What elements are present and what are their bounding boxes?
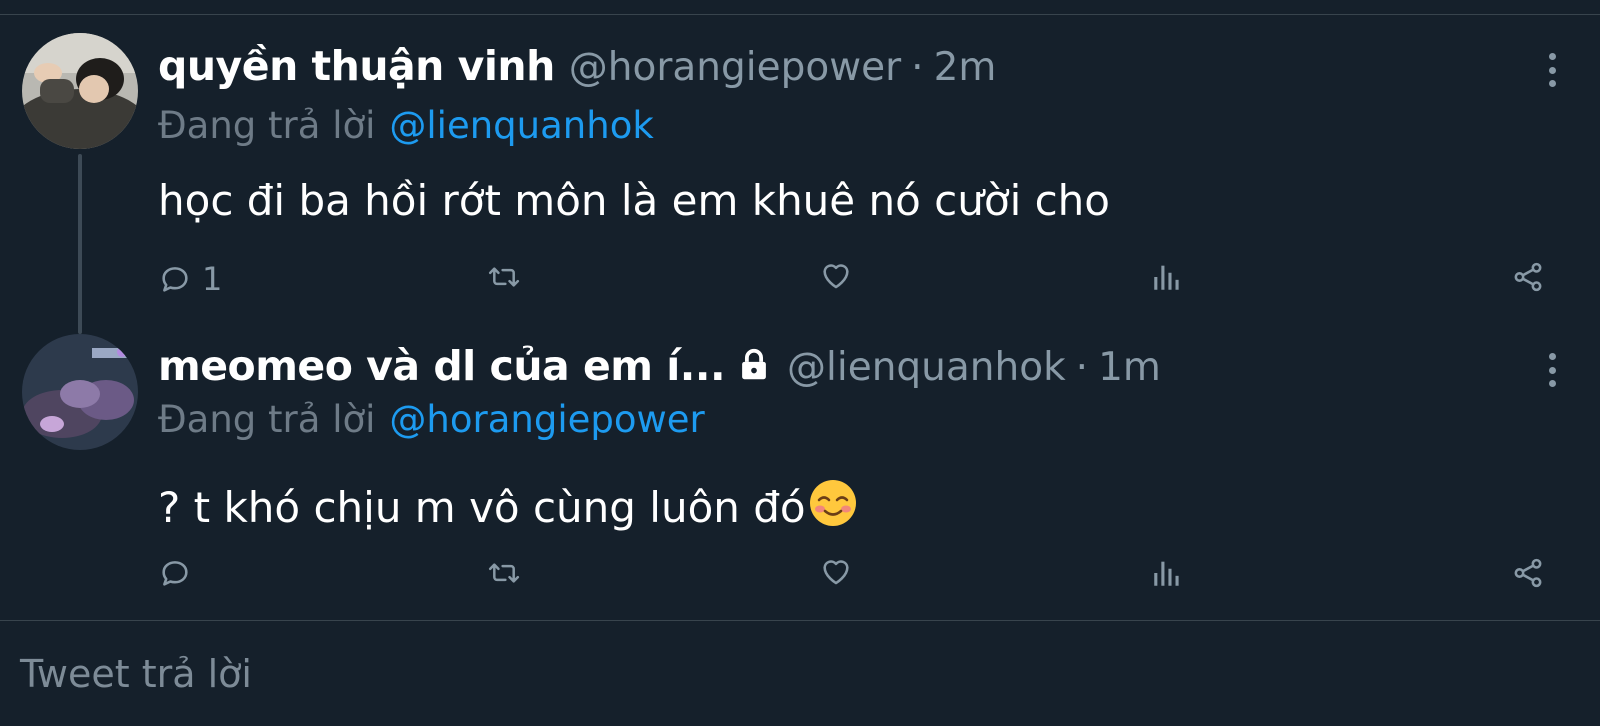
retweet-icon xyxy=(488,563,520,583)
compose-divider xyxy=(0,620,1600,621)
reply-compose-input[interactable]: Tweet trả lời xyxy=(20,652,252,696)
top-divider xyxy=(0,14,1600,15)
replying-label: Đang trả lời xyxy=(158,104,376,147)
tweet-header: quyền thuận vinh @horangiepower · 2m xyxy=(158,42,996,90)
timestamp[interactable]: 2m xyxy=(934,45,997,90)
replying-mention-link[interactable]: @lienquanhok xyxy=(389,104,653,147)
avatar[interactable] xyxy=(22,334,138,450)
more-vertical-icon[interactable] xyxy=(1542,53,1562,87)
lock-icon xyxy=(735,346,773,388)
analytics-button[interactable] xyxy=(1150,556,1184,590)
retweet-button[interactable] xyxy=(486,260,522,294)
display-name[interactable]: quyền thuận vinh xyxy=(158,42,555,90)
reply-button[interactable]: 1 xyxy=(158,260,222,298)
replying-to-line: Đang trả lời @lienquanhok xyxy=(158,104,654,147)
analytics-button[interactable] xyxy=(1150,260,1184,294)
share-button[interactable] xyxy=(1510,260,1546,294)
tweet-text: ? t khó chịu m vô cùng luôn đó xyxy=(158,478,858,538)
reply-icon xyxy=(162,561,188,586)
heart-icon xyxy=(823,264,849,289)
reply-button[interactable] xyxy=(158,556,202,590)
replying-mention-link[interactable]: @horangiepower xyxy=(389,398,704,441)
retweet-button[interactable] xyxy=(486,556,522,590)
heart-icon xyxy=(823,560,849,585)
replying-to-line: Đang trả lời @horangiepower xyxy=(158,398,705,441)
timestamp[interactable]: 1m xyxy=(1098,345,1161,390)
tweet-text: học đi ba hồi rớt môn là em khuê nó cười… xyxy=(158,176,1110,225)
user-handle[interactable]: @lienquanhok xyxy=(787,345,1066,390)
smiling-face-emoji xyxy=(808,478,858,538)
share-icon xyxy=(1514,558,1542,588)
avatar[interactable] xyxy=(22,33,138,149)
share-icon xyxy=(1514,262,1542,292)
analytics-icon xyxy=(1154,561,1179,586)
tweet-header: meomeo và dl của em í... @lienquanhok · … xyxy=(158,342,1161,390)
analytics-icon xyxy=(1154,265,1179,290)
more-vertical-icon[interactable] xyxy=(1542,353,1562,387)
thread-connector-line xyxy=(78,154,82,334)
like-button[interactable] xyxy=(818,554,854,588)
retweet-icon xyxy=(488,267,520,287)
tweet-thread-screen: quyền thuận vinh @horangiepower · 2m Đan… xyxy=(0,0,1600,726)
reply-icon xyxy=(162,267,188,292)
separator: · xyxy=(911,45,924,90)
like-button[interactable] xyxy=(818,258,854,292)
share-button[interactable] xyxy=(1510,556,1546,590)
user-handle[interactable]: @horangiepower xyxy=(569,45,901,90)
display-name[interactable]: meomeo và dl của em í... xyxy=(158,342,726,390)
tweet-text-content: ? t khó chịu m vô cùng luôn đó xyxy=(158,483,806,532)
separator: · xyxy=(1075,345,1089,390)
reply-count: 1 xyxy=(202,260,223,298)
replying-label: Đang trả lời xyxy=(158,398,376,441)
